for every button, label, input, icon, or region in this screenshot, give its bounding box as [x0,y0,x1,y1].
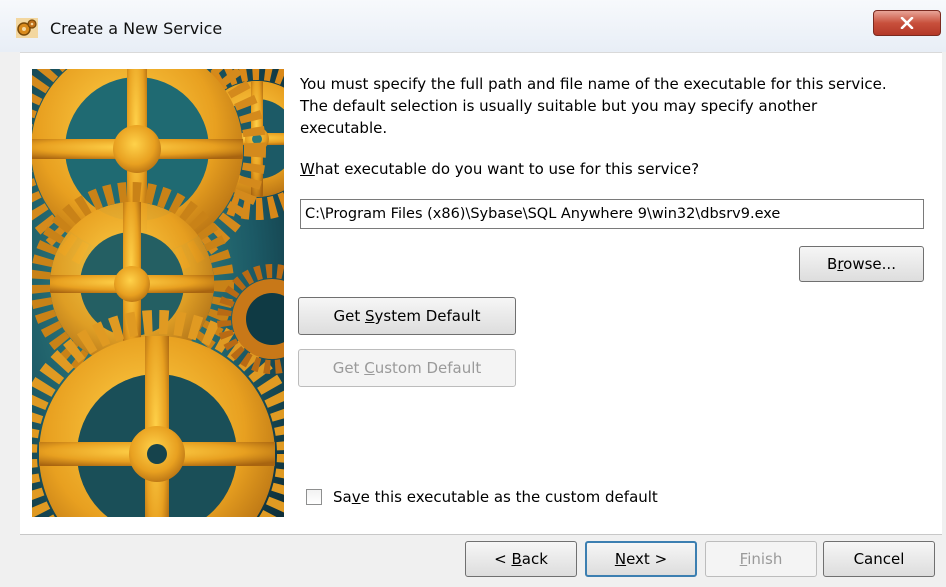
close-button[interactable] [873,10,941,36]
executable-question-label: What executable do you want to use for t… [300,160,699,178]
finish-button[interactable]: Finish [705,541,817,577]
back-mnemonic: B [511,550,522,568]
browse-button[interactable]: Browse... [799,246,924,282]
browse-label-post: owse... [843,255,896,273]
back-button[interactable]: < Back [465,541,577,577]
custdef-label-pre: Get [332,359,365,377]
browse-label-pre: B [827,255,838,273]
save-custom-default-checkbox[interactable] [306,489,322,505]
gears-app-icon [16,18,38,38]
dialog-body: You must specify the full path and file … [20,52,942,535]
get-custom-default-button[interactable]: Get Custom Default [298,349,516,387]
save-mnemonic: v [351,488,361,506]
sysdef-label-post: ystem Default [374,307,481,325]
back-label-pre: < [494,550,512,568]
title-bar[interactable]: Create a New Service [0,0,946,52]
next-label-post: ext > [626,550,668,568]
executable-path-input[interactable] [300,199,924,229]
next-mnemonic: N [614,550,627,568]
custdef-label-post: ustom Default [374,359,482,377]
save-custom-default-label[interactable]: Save this executable as the custom defau… [333,488,658,506]
question-mnemonic: W [300,160,315,178]
back-label-post: ack [521,550,548,568]
finish-label-post: inish [747,550,783,568]
instructions-text: You must specify the full path and file … [300,75,887,137]
question-text: hat executable do you want to use for th… [314,160,700,178]
save-label-post: e this executable as the custom default [360,488,658,506]
cancel-button[interactable]: Cancel [823,541,935,577]
create-service-dialog: Create a New Service You must specify th… [0,0,946,587]
sysdef-mnemonic: S [364,307,375,325]
sysdef-label-pre: Get [333,307,365,325]
window-title: Create a New Service [50,19,223,38]
custdef-mnemonic: C [364,359,375,377]
next-button[interactable]: Next > [585,541,697,577]
get-system-default-button[interactable]: Get System Default [298,297,516,335]
close-icon [900,17,914,29]
save-label-pre: Sa [333,488,352,506]
cancel-label: Cancel [853,550,905,568]
footer-divider [20,534,942,535]
gears-banner-image [32,69,284,517]
